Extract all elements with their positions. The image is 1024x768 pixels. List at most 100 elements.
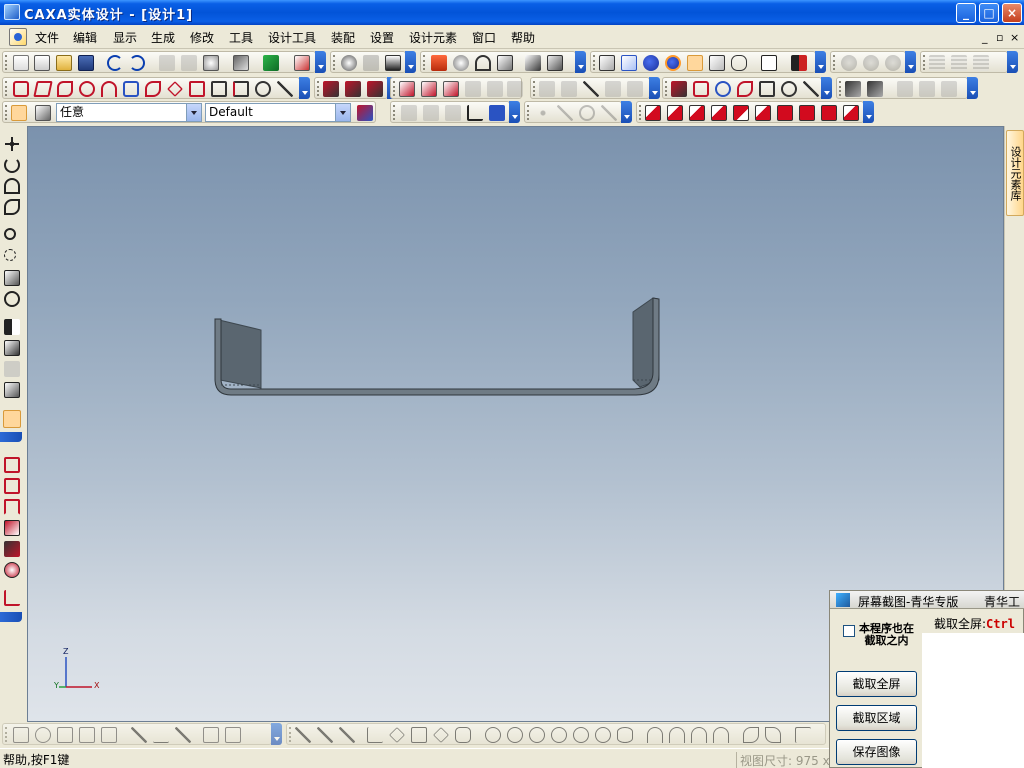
measure3-icon[interactable] <box>897 81 913 97</box>
shaded-icon[interactable] <box>643 55 659 71</box>
scene-icon[interactable] <box>885 55 901 71</box>
sketch-trim-icon[interactable] <box>211 81 227 97</box>
wireframe-icon[interactable] <box>599 55 615 71</box>
menu-edit[interactable]: 编辑 <box>73 29 97 46</box>
capture-titlebar[interactable]: 屏幕截图-青华专版 青华工 <box>830 591 1024 609</box>
save-image-button[interactable]: 保存图像 <box>836 739 917 765</box>
arc4-icon[interactable] <box>713 727 729 743</box>
save-view-icon[interactable] <box>4 382 20 398</box>
mod2-icon[interactable] <box>561 81 577 97</box>
table1-icon[interactable] <box>929 55 945 71</box>
surface1-icon[interactable] <box>323 81 339 97</box>
sheet5-icon[interactable] <box>487 81 503 97</box>
circle4-icon[interactable] <box>551 727 567 743</box>
box-icon[interactable] <box>687 55 703 71</box>
sketch-offset-icon[interactable] <box>123 81 139 97</box>
surface3-icon[interactable] <box>367 81 383 97</box>
sheet3-icon[interactable] <box>443 81 459 97</box>
arc-icon[interactable] <box>647 727 663 743</box>
2d-tool8-icon[interactable] <box>175 727 191 743</box>
open-folder-icon[interactable] <box>56 55 72 71</box>
snap1-icon[interactable] <box>535 105 551 121</box>
orbit-icon[interactable] <box>4 178 20 194</box>
view-right-icon[interactable] <box>711 105 727 121</box>
help-pointer-icon[interactable] <box>294 55 310 71</box>
sketch-circle-icon[interactable] <box>79 81 95 97</box>
sketch-poly-icon[interactable] <box>57 81 73 97</box>
zoom-icon[interactable] <box>4 228 16 240</box>
menu-generate[interactable]: 生成 <box>151 29 175 46</box>
measure2-icon[interactable] <box>867 81 883 97</box>
menu-window[interactable]: 窗口 <box>472 29 496 46</box>
asm5-icon[interactable] <box>759 81 775 97</box>
circle2-icon[interactable] <box>507 727 523 743</box>
sheet-icon[interactable] <box>547 55 563 71</box>
style-select[interactable]: Default <box>205 103 351 122</box>
measure1-icon[interactable] <box>845 81 861 97</box>
menu-design-elements[interactable]: 设计元素 <box>409 29 457 46</box>
line-icon[interactable] <box>295 727 311 743</box>
2d-tool7-icon[interactable] <box>153 727 169 743</box>
edge-edit-icon[interactable] <box>4 499 20 515</box>
app-icon[interactable] <box>4 4 20 20</box>
doc-minimize-button[interactable]: _ <box>982 31 988 44</box>
sheet1-icon[interactable] <box>399 81 415 97</box>
align2-icon[interactable] <box>423 105 439 121</box>
copy-icon[interactable] <box>181 55 197 71</box>
revolve-icon[interactable] <box>453 55 469 71</box>
sketch-rect-icon[interactable] <box>13 81 29 97</box>
chevron-down-icon[interactable] <box>186 104 201 121</box>
left-flange-face[interactable] <box>214 318 262 389</box>
2d-tool6-icon[interactable] <box>131 727 147 743</box>
mod3-icon[interactable] <box>583 81 599 97</box>
part-icon[interactable] <box>385 55 401 71</box>
align1-icon[interactable] <box>401 105 417 121</box>
corner-icon[interactable] <box>795 727 811 743</box>
sketch-spline-icon[interactable] <box>145 81 161 97</box>
material-icon[interactable] <box>791 55 807 71</box>
cube-icon[interactable] <box>709 55 725 71</box>
shell-icon[interactable] <box>4 562 20 578</box>
view-iso1-icon[interactable] <box>777 105 793 121</box>
hidden-line-icon[interactable] <box>621 55 637 71</box>
new-icon[interactable] <box>13 55 29 71</box>
circle-icon[interactable] <box>485 727 501 743</box>
view-front-icon[interactable] <box>645 105 661 121</box>
view-back-icon[interactable] <box>667 105 683 121</box>
asm7-icon[interactable] <box>803 81 819 97</box>
paste-icon[interactable] <box>203 55 219 71</box>
maximize-button[interactable]: □ <box>979 3 999 23</box>
new-file-icon[interactable] <box>34 55 50 71</box>
include-self-checkbox[interactable] <box>843 625 855 637</box>
view-bottom-icon[interactable] <box>755 105 771 121</box>
design-elements-tab[interactable]: 设计元素库 <box>1006 130 1024 216</box>
spline2-icon[interactable] <box>765 727 781 743</box>
mod1-icon[interactable] <box>539 81 555 97</box>
2d-tool4-icon[interactable] <box>79 727 95 743</box>
perp-line-icon[interactable] <box>367 727 383 743</box>
2d-tool2-icon[interactable] <box>35 727 51 743</box>
draft-icon[interactable] <box>4 590 20 606</box>
asm4-icon[interactable] <box>737 81 753 97</box>
paint-icon[interactable] <box>3 410 21 428</box>
zoom-window-icon[interactable] <box>4 249 16 261</box>
view-left-icon[interactable] <box>689 105 705 121</box>
cylinder-icon[interactable] <box>731 55 747 71</box>
sketch-extend-icon[interactable] <box>233 81 249 97</box>
realistic-icon[interactable] <box>665 55 681 71</box>
sketch-delete-icon[interactable] <box>277 81 293 97</box>
polyline-icon[interactable] <box>317 727 333 743</box>
2d-tool1-icon[interactable] <box>13 727 29 743</box>
chevron-down-icon[interactable] <box>335 104 350 121</box>
sheet4-icon[interactable] <box>465 81 481 97</box>
tangent-line-icon[interactable] <box>339 727 355 743</box>
2d-tool10-icon[interactable] <box>225 727 241 743</box>
view-iso2-icon[interactable] <box>799 105 815 121</box>
asm3-icon[interactable] <box>715 81 731 97</box>
filter-select[interactable]: 任意 <box>56 103 202 122</box>
table3-icon[interactable] <box>973 55 989 71</box>
roll-icon[interactable] <box>4 199 20 215</box>
diamond-icon[interactable] <box>389 727 405 743</box>
light-icon[interactable] <box>841 55 857 71</box>
text-icon[interactable] <box>525 55 541 71</box>
